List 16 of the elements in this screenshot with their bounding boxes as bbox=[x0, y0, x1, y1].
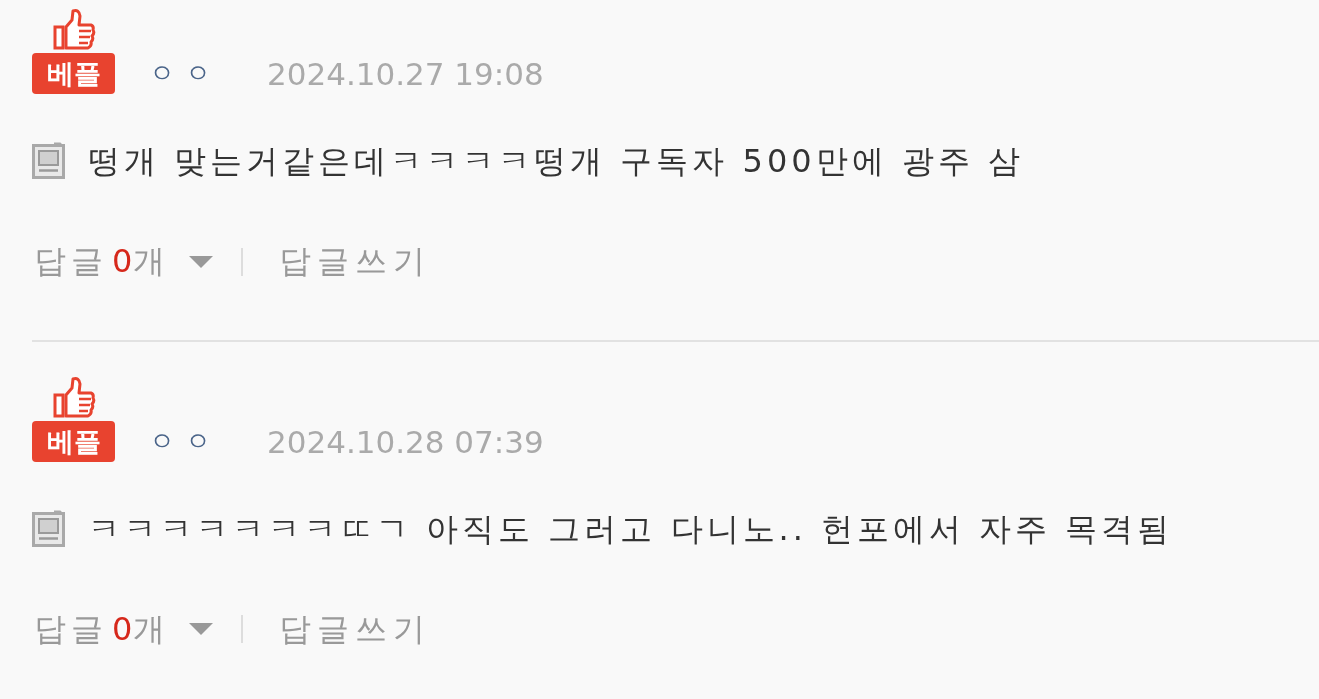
document-icon bbox=[32, 142, 66, 181]
comment-date: 2024.10.28 07:39 bbox=[267, 426, 544, 458]
comment-text: ㅋㅋㅋㅋㅋㅋㅋㄸㄱ 아직도 그러고 다니노.. 헌포에서 자주 목격됨 bbox=[88, 509, 1174, 549]
comment-text: 떵개 맞는거같은데ㅋㅋㅋㅋ떵개 구독자 500만에 광주 삼 bbox=[88, 142, 1024, 181]
document-icon bbox=[32, 509, 66, 548]
best-badge: 베플 bbox=[32, 420, 115, 462]
reply-count-toggle[interactable]: 답글 0개 bbox=[34, 610, 214, 649]
reply-count-toggle[interactable]: 답글 0개 bbox=[34, 242, 214, 281]
thumbs-up-icon bbox=[51, 375, 96, 419]
thumbs-up-icon bbox=[51, 8, 96, 51]
write-reply-link[interactable]: 답글쓰기 bbox=[279, 610, 432, 649]
best-badge: 베플 bbox=[32, 53, 115, 94]
author-name: ㅇㅇ bbox=[149, 427, 221, 454]
write-reply-link[interactable]: 답글쓰기 bbox=[279, 242, 432, 281]
author-name: ㅇㅇ bbox=[149, 60, 221, 86]
comment-date: 2024.10.27 19:08 bbox=[267, 59, 544, 90]
